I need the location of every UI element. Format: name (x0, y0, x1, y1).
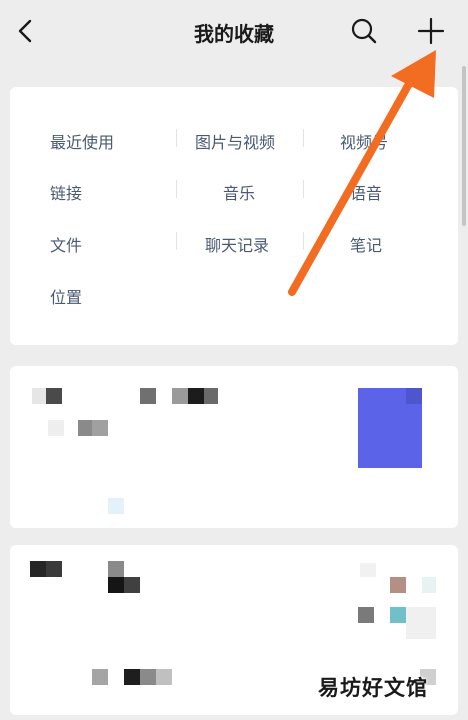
favorite-item-card[interactable] (10, 366, 458, 528)
thumbnail-image (406, 388, 422, 404)
top-navigation-bar: 我的收藏 (0, 0, 468, 62)
divider (176, 232, 177, 250)
page-title: 我的收藏 (194, 22, 274, 46)
blurred-text (124, 577, 140, 593)
plus-icon[interactable] (416, 16, 446, 46)
search-icon[interactable] (349, 16, 379, 46)
filter-music[interactable]: 音乐 (223, 180, 255, 204)
blurred-text (108, 561, 124, 577)
blurred-text (140, 669, 156, 685)
blurred-text (360, 563, 376, 577)
blurred-text (204, 388, 218, 404)
divider (176, 129, 177, 147)
blurred-text (46, 561, 62, 577)
blurred-text (124, 669, 140, 685)
blurred-text (156, 669, 172, 685)
divider (303, 180, 304, 198)
divider (176, 180, 177, 198)
thumbnail-image (406, 607, 436, 639)
blurred-text (30, 561, 46, 577)
filter-files[interactable]: 文件 (50, 232, 82, 256)
blurred-text (32, 388, 46, 404)
filter-channels[interactable]: 视频号 (340, 129, 388, 153)
blurred-text (172, 388, 188, 404)
divider (303, 232, 304, 250)
blurred-text (78, 420, 92, 436)
filter-links[interactable]: 链接 (50, 180, 82, 204)
thumbnail-image (390, 577, 406, 593)
blurred-text (108, 577, 124, 593)
filter-images-videos[interactable]: 图片与视频 (195, 129, 275, 153)
filter-voice[interactable]: 语音 (350, 180, 382, 204)
blurred-text (92, 420, 108, 436)
blurred-text (140, 388, 156, 404)
filter-recent[interactable]: 最近使用 (50, 129, 114, 153)
blurred-text (108, 498, 124, 514)
scrollbar[interactable] (462, 66, 466, 226)
blurred-text (46, 388, 62, 404)
filter-notes[interactable]: 笔记 (350, 232, 382, 256)
thumbnail-image (390, 607, 406, 623)
filter-location[interactable]: 位置 (50, 284, 82, 308)
watermark: 易坊好文馆 (318, 676, 428, 700)
blurred-text (188, 388, 204, 404)
divider (303, 129, 304, 147)
category-filter-panel: 最近使用 图片与视频 视频号 链接 音乐 语音 文件 聊天记录 笔记 位置 (10, 87, 458, 345)
thumbnail-image (422, 577, 436, 593)
thumbnail-image (358, 607, 374, 623)
filter-chat-history[interactable]: 聊天记录 (205, 232, 269, 256)
blurred-text (92, 669, 108, 685)
blurred-text (48, 420, 64, 436)
